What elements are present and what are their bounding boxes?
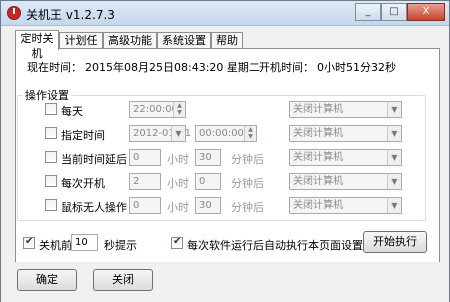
tab-settings[interactable]: 系统设置: [157, 32, 211, 49]
daily-time-value: 22:00:00: [133, 104, 178, 115]
chevron-down-icon[interactable]: ▼: [387, 126, 401, 141]
uptime-label: 开机时间：: [259, 61, 314, 74]
specific-time-value: 00:00:00: [199, 128, 244, 139]
specific-time-field[interactable]: 00:00:00 ▲ ▼: [195, 125, 257, 142]
close-window-button[interactable]: X: [407, 3, 445, 21]
on-boot-action-select[interactable]: 关闭计算机 ▼: [289, 173, 402, 190]
specific-time-label: 指定时间: [61, 129, 105, 142]
delay-minutes-unit: 分钟后: [231, 153, 264, 166]
specific-action-value: 关闭计算机: [293, 128, 343, 139]
auto-run-checkbox[interactable]: [171, 236, 183, 249]
daily-action-select[interactable]: 关闭计算机 ▼: [289, 101, 402, 118]
on-boot-action-value: 关闭计算机: [293, 176, 343, 187]
on-boot-label: 每次开机: [61, 177, 105, 190]
start-execute-button[interactable]: 开始执行: [363, 231, 427, 253]
idle-hours-field[interactable]: 0: [129, 197, 161, 214]
chevron-down-icon[interactable]: ▼: [387, 150, 401, 165]
before-shutdown-label: 关机前: [39, 239, 72, 252]
delay-hours-field[interactable]: 0: [129, 149, 161, 166]
specific-time-checkbox[interactable]: [45, 127, 57, 139]
before-shutdown-checkbox[interactable]: [23, 236, 35, 249]
chevron-down-icon[interactable]: ▼: [387, 102, 401, 117]
idle-label: 鼠标无人操作: [61, 201, 127, 214]
chevron-down-icon[interactable]: ▼: [171, 126, 185, 141]
daily-label: 每天: [61, 105, 83, 118]
close-button[interactable]: 关闭: [93, 269, 153, 291]
delay-action-select[interactable]: 关闭计算机 ▼: [289, 149, 402, 166]
idle-action-select[interactable]: 关闭计算机 ▼: [289, 197, 402, 214]
on-boot-minutes-field[interactable]: 0: [195, 173, 221, 190]
daily-action-value: 关闭计算机: [293, 104, 343, 115]
idle-hours-unit: 小时: [167, 201, 189, 214]
maximize-button[interactable]: □: [381, 3, 407, 21]
tab-advanced[interactable]: 高级功能: [103, 32, 157, 49]
chevron-down-icon[interactable]: ▼: [387, 174, 401, 189]
ops-group-title: 操作设置: [23, 87, 71, 103]
before-shutdown-seconds-field[interactable]: 10: [71, 234, 98, 251]
tab-timed-shutdown[interactable]: 定时关机: [15, 30, 59, 60]
specific-date-picker[interactable]: 2012-01-01 ▼: [129, 125, 191, 142]
window-title: 关机王 v1.2.7.3: [26, 8, 115, 22]
chevron-down-icon[interactable]: ▼: [387, 198, 401, 213]
idle-minutes-field[interactable]: 30: [195, 197, 221, 214]
idle-minutes-unit: 分钟后: [231, 201, 264, 214]
spin-arrows-icon[interactable]: ▲ ▼: [173, 102, 185, 117]
delay-minutes-field[interactable]: 30: [195, 149, 221, 166]
on-boot-minutes-unit: 分钟后: [231, 177, 264, 190]
specific-action-select[interactable]: 关闭计算机 ▼: [289, 125, 402, 142]
delay-checkbox[interactable]: [45, 151, 57, 163]
daily-checkbox[interactable]: [45, 103, 57, 115]
idle-checkbox[interactable]: [45, 199, 57, 211]
on-boot-checkbox[interactable]: [45, 175, 57, 187]
tab-help[interactable]: 帮助: [211, 32, 243, 49]
daily-time-field[interactable]: 22:00:00 ▲ ▼: [129, 101, 186, 118]
idle-action-value: 关闭计算机: [293, 200, 343, 211]
now-time-label: 现在时间：: [27, 61, 82, 74]
delay-label: 当前时间延后: [61, 153, 127, 166]
spin-arrows-icon[interactable]: ▲ ▼: [244, 126, 256, 141]
on-boot-hours-unit: 小时: [167, 177, 189, 190]
power-icon: [7, 6, 21, 20]
before-shutdown-suffix: 秒提示: [104, 239, 137, 252]
minimize-button[interactable]: _: [355, 3, 381, 21]
now-time-value: 2015年08月25日08:43:20 星期二: [85, 61, 260, 74]
ok-button[interactable]: 确定: [17, 269, 77, 291]
uptime-value: 0小时51分32秒: [317, 61, 396, 74]
auto-run-label: 每次软件运行后自动执行本页面设置: [187, 239, 363, 252]
delay-action-value: 关闭计算机: [293, 152, 343, 163]
title-bar[interactable]: 关机王 v1.2.7.3 _ □ X: [1, 1, 449, 26]
delay-hours-unit: 小时: [167, 153, 189, 166]
app-window: 关机王 v1.2.7.3 _ □ X 定时关机 计划任务 高级功能 系统设置 帮…: [0, 0, 450, 302]
tab-schedule[interactable]: 计划任务: [59, 32, 103, 62]
on-boot-hours-field[interactable]: 2: [129, 173, 161, 190]
